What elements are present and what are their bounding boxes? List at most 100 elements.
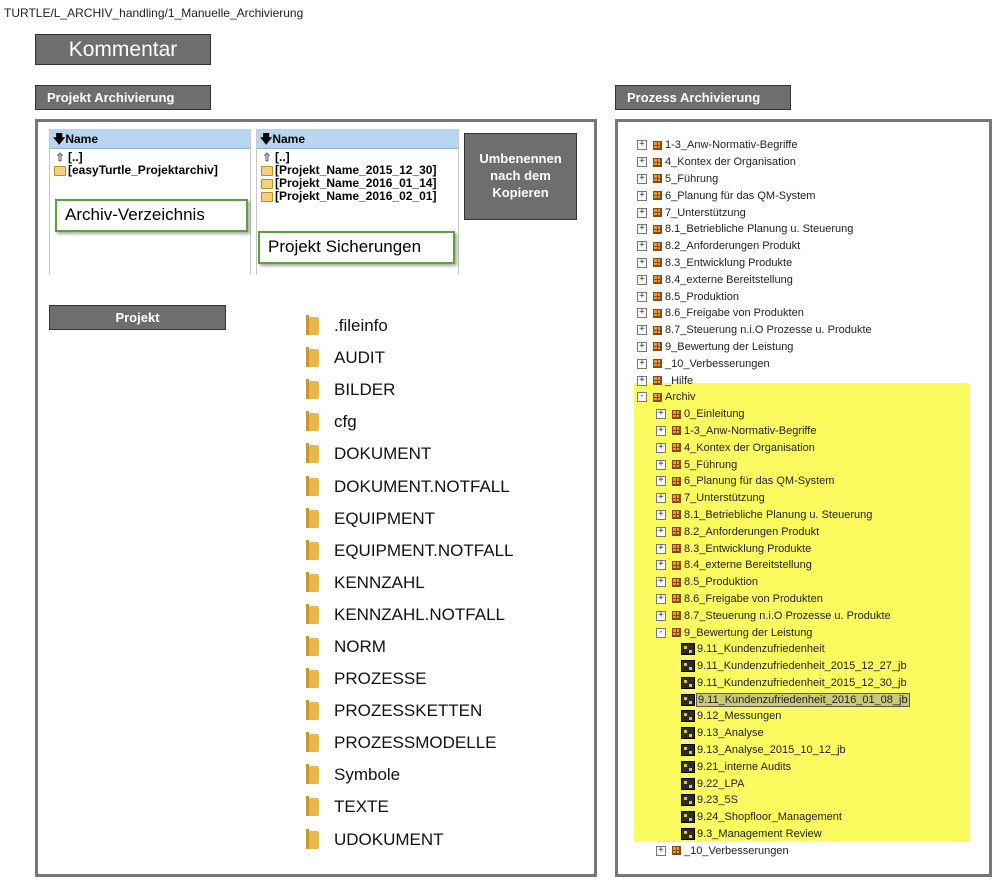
tree-node[interactable]: +8.4_externe Bereitstellung (637, 271, 987, 288)
tree-node[interactable]: +8.2_Anforderungen Produkt (637, 523, 987, 540)
folder-item[interactable]: cfg (306, 406, 586, 438)
expand-icon[interactable]: + (637, 291, 647, 302)
expand-icon[interactable]: + (656, 593, 666, 604)
tree-node[interactable]: +9_Bewertung der Leistung (637, 339, 987, 356)
tree-node[interactable]: +8.5_Produktion (637, 288, 987, 305)
tree-node[interactable]: +4_Kontex der Organisation (637, 154, 987, 171)
list-item-folder[interactable]: [easyTurtle_Projektarchiv] (50, 164, 250, 177)
expand-icon[interactable]: + (656, 509, 666, 520)
expand-icon[interactable]: + (656, 577, 666, 588)
tree-node[interactable]: + _Hilfe (637, 372, 987, 389)
tree-node[interactable]: +4_Kontex der Organisation (637, 439, 987, 456)
folder-item[interactable]: .fileinfo (306, 310, 586, 342)
folder-item[interactable]: AUDIT (306, 342, 586, 374)
expand-icon[interactable]: + (656, 442, 666, 453)
expand-icon[interactable]: + (637, 341, 647, 352)
tree-node-label: 9.24_Shopfloor_Management (697, 811, 842, 824)
folder-item[interactable]: UDOKUMENT (306, 824, 586, 856)
tree-node[interactable]: +1-3_Anw-Normativ-Begriffe (637, 423, 987, 440)
tree-node[interactable]: +8.2_Anforderungen Produkt (637, 238, 987, 255)
tree-node[interactable]: +0_Einleitung (637, 406, 987, 423)
folder-item[interactable]: PROZESSKETTEN (306, 695, 586, 727)
expand-icon[interactable]: + (656, 560, 666, 571)
folder-item[interactable]: EQUIPMENT.NOTFALL (306, 535, 586, 567)
expand-icon[interactable]: + (637, 140, 647, 151)
tree-node[interactable]: + _10_Verbesserungen (637, 842, 987, 859)
tree-node[interactable]: +6_Planung für das QM-System (637, 473, 987, 490)
tree-node[interactable]: - 9_Bewertung der Leistung (637, 624, 987, 641)
tree-node[interactable]: +8.4_externe Bereitstellung (637, 557, 987, 574)
tree-node[interactable]: +6_Planung für das QM-System (637, 187, 987, 204)
tree-node[interactable]: +8.3_Entwicklung Produkte (637, 540, 987, 557)
tree-node[interactable]: 9.24_Shopfloor_Management (637, 809, 987, 826)
tree-node[interactable]: 9.3_Management Review (637, 826, 987, 843)
expand-icon[interactable]: + (637, 375, 647, 386)
expand-icon[interactable]: + (656, 476, 666, 487)
expand-icon[interactable]: + (656, 543, 666, 554)
folder-item[interactable]: DOKUMENT (306, 438, 586, 470)
expand-icon[interactable]: + (656, 409, 666, 420)
folder-item[interactable]: Symbole (306, 759, 586, 791)
collapse-icon[interactable]: - (637, 392, 647, 403)
tree-node[interactable]: +5_Führung (637, 456, 987, 473)
tree-node[interactable]: +8.6_Freigabe von Produkten (637, 591, 987, 608)
name-column-header[interactable]: 🡇Name (257, 129, 458, 149)
folder-item[interactable]: DOKUMENT.NOTFALL (306, 470, 586, 502)
tree-node[interactable]: +8.1_Betriebliche Planung u. Steuerung (637, 221, 987, 238)
expand-icon[interactable]: + (637, 190, 647, 201)
tree-node[interactable]: 9.23_5S (637, 792, 987, 809)
expand-icon[interactable]: + (637, 207, 647, 218)
expand-icon[interactable]: + (637, 241, 647, 252)
tree-node[interactable]: +7_Unterstützung (637, 204, 987, 221)
folder-item[interactable]: PROZESSMODELLE (306, 727, 586, 759)
tree-node[interactable]: 9.11_Kundenzufriedenheit_2016_01_08_jb (637, 691, 987, 708)
expand-icon[interactable]: + (637, 224, 647, 235)
expand-icon[interactable]: + (637, 308, 647, 319)
tree-node[interactable]: +8.7_Steuerung n.i.O Prozesse u. Produkt… (637, 607, 987, 624)
tree-node-label: _10_Verbesserungen (665, 357, 770, 370)
tree-node[interactable]: 9.12_Messungen (637, 708, 987, 725)
folder-item[interactable]: KENNZAHL.NOTFALL (306, 599, 586, 631)
folder-item[interactable]: PROZESSE (306, 663, 586, 695)
tree-node[interactable]: +8.3_Entwicklung Produkte (637, 255, 987, 272)
expand-icon[interactable]: + (656, 459, 666, 470)
tree-node[interactable]: 9.13_Analyse (637, 725, 987, 742)
tree-node[interactable]: +8.1_Betriebliche Planung u. Steuerung (637, 507, 987, 524)
tree-node-label: 9.11_Kundenzufriedenheit_2016_01_08_jb (696, 692, 910, 707)
tree-node[interactable]: 9.21_interne Audits (637, 758, 987, 775)
expand-icon[interactable]: + (656, 610, 666, 621)
expand-icon[interactable]: + (637, 173, 647, 184)
tree-node[interactable]: 9.11_Kundenzufriedenheit_2015_12_30_jb (637, 675, 987, 692)
expand-icon[interactable]: + (637, 274, 647, 285)
name-column-header[interactable]: 🡇Name (50, 129, 250, 149)
tree-node[interactable]: 9.11_Kundenzufriedenheit (637, 641, 987, 658)
tree-node[interactable]: 9.13_Analyse_2015_10_12_jb (637, 742, 987, 759)
kommentar-button[interactable]: Kommentar (35, 34, 211, 65)
expand-icon[interactable]: + (637, 257, 647, 268)
folder-item[interactable]: BILDER (306, 374, 586, 406)
tree-node[interactable]: + _10_Verbesserungen (637, 355, 987, 372)
expand-icon[interactable]: + (637, 157, 647, 168)
folder-item[interactable]: NORM (306, 631, 586, 663)
expand-icon[interactable]: + (637, 358, 647, 369)
folder-item[interactable]: KENNZAHL (306, 567, 586, 599)
list-item-folder[interactable]: [Projekt_Name_2016_02_01] (257, 190, 458, 203)
expand-icon[interactable]: + (656, 845, 666, 856)
folder-item[interactable]: TEXTE (306, 791, 586, 823)
tree-node[interactable]: +7_Unterstützung (637, 490, 987, 507)
expand-icon[interactable]: + (656, 425, 666, 436)
tree-node[interactable]: +1-3_Anw-Normativ-Begriffe (637, 137, 987, 154)
expand-icon[interactable]: + (656, 526, 666, 537)
expand-icon[interactable]: + (637, 325, 647, 336)
tree-node[interactable]: +8.6_Freigabe von Produkten (637, 305, 987, 322)
tree-node[interactable]: 9.22_LPA (637, 775, 987, 792)
collapse-icon[interactable]: - (656, 627, 666, 638)
tree-node[interactable]: +8.7_Steuerung n.i.O Prozesse u. Produkt… (637, 322, 987, 339)
tree-node[interactable]: 9.11_Kundenzufriedenheit_2015_12_27_jb (637, 658, 987, 675)
tree-node[interactable]: +5_Führung (637, 171, 987, 188)
tree-node[interactable]: - Archiv (637, 389, 987, 406)
expand-icon[interactable]: + (656, 493, 666, 504)
folder-item[interactable]: EQUIPMENT (306, 503, 586, 535)
tree-node[interactable]: +8.5_Produktion (637, 574, 987, 591)
folder-label: DOKUMENT (334, 444, 432, 464)
